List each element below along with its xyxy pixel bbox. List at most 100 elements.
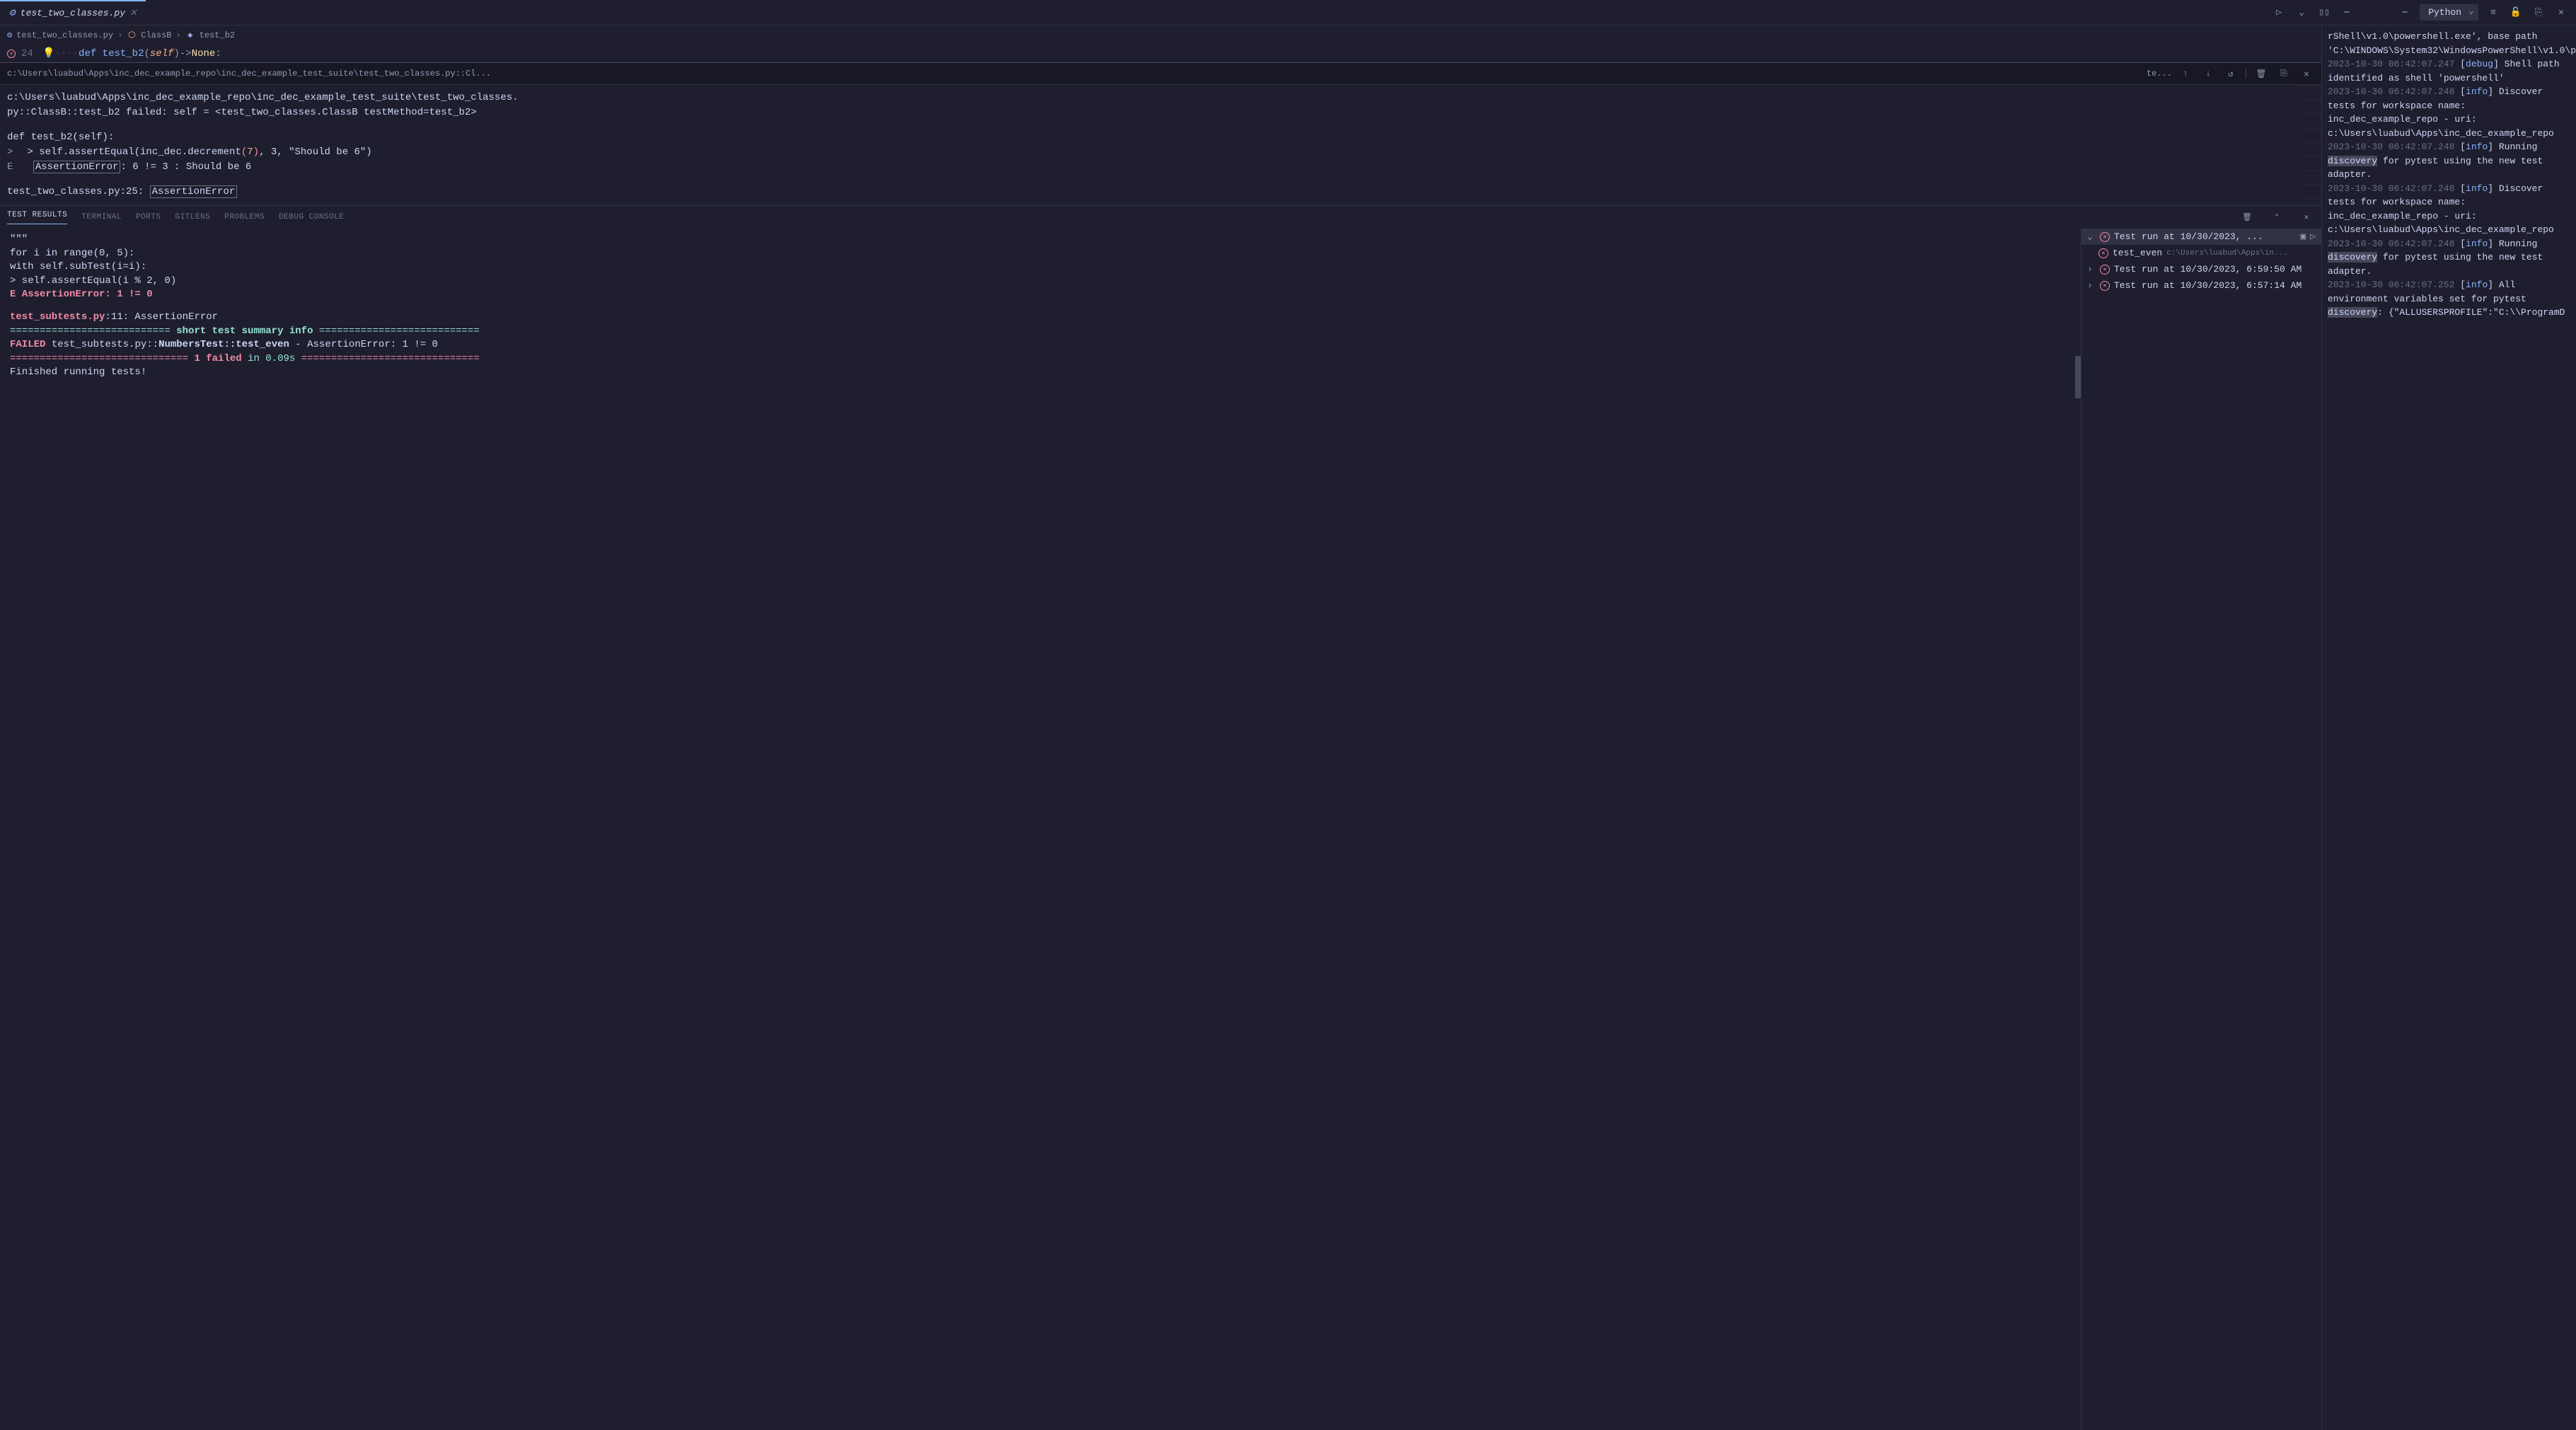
function-name: test_b2 [103,48,144,59]
error-icon: ✕ [2100,232,2110,242]
close-icon[interactable]: ✕ [129,8,137,18]
log-line: 2023-10-30 06:42:07.248 [info] Discover … [2328,182,2570,237]
tab-ports[interactable]: PORTS [136,213,161,221]
test-tree: ⌄ ✕ Test run at 10/30/2023, ... ▣ ▷ ✕ te… [2081,229,2321,1430]
output-line: FAILED test_subtests.py::NumbersTest::te… [10,338,2071,352]
python-icon: ⚙ [8,8,16,18]
chevron-right-icon: › [175,30,180,40]
close-icon[interactable]: ✕ [2299,209,2314,225]
divider: ============================== [10,353,188,364]
chevron-up-icon[interactable]: ⌃ [2269,209,2285,225]
tab-problems[interactable]: PROBLEMS [224,213,265,221]
minimap[interactable] [2300,85,2321,205]
panel-tabs: TEST RESULTS TERMINAL PORTS GITLENS PROB… [0,206,2321,229]
code: > self.assertEqual(inc_dec.decrement [27,146,241,158]
close-icon[interactable]: ✕ [2299,66,2314,81]
terminal-icon[interactable]: ▣ [2300,231,2306,242]
test-name: test_even [2113,248,2162,258]
more-icon[interactable]: ⋯ [2339,5,2355,21]
error-icon[interactable]: ✕ [7,50,16,58]
breadcrumb-file[interactable]: test_two_classes.py [16,30,113,40]
list-icon[interactable]: ≡ [2485,5,2501,21]
peek-path[interactable]: c:\Users\luabud\Apps\inc_dec_example_rep… [7,69,2141,79]
code: : 6 != 3 : Should be 6 [120,161,251,173]
run-icon[interactable]: ▷ [2310,231,2316,242]
keyword: def [79,48,96,59]
output-line: with self.subTest(i=i): [10,260,2071,275]
peek-line: def test_b2(self): [7,130,2314,145]
method-icon: ◈ [185,30,195,40]
duration: in 0.09s [242,353,301,364]
lightbulb-icon[interactable]: 💡 [42,47,54,59]
peek-line: c:\Users\luabud\Apps\inc_dec_example_rep… [7,91,2314,105]
summary-header: short test summary info [171,325,319,337]
tab-test-results[interactable]: TEST RESULTS [7,211,67,224]
gutter: ✕ 24 [7,48,42,59]
tab-filename: test_two_classes.py [21,8,125,18]
log-line: 2023-10-30 06:42:07.248 [info] Running d… [2328,140,2570,182]
scrollbar[interactable] [2075,356,2081,398]
peek-line: test_two_classes.py:25: AssertionError [7,185,2314,200]
peek-body[interactable]: c:\Users\luabud\Apps\inc_dec_example_rep… [0,85,2321,205]
unlock-icon[interactable]: 🔓 [2508,5,2524,21]
split-icon[interactable]: ▯▯ [2316,5,2332,21]
tree-row-run[interactable]: ⌄ ✕ Test run at 10/30/2023, ... ▣ ▷ [2081,229,2321,245]
tree-icons: ▣ ▷ [2300,231,2316,242]
peek-line: py::ClassB::test_b2 failed: self = <test… [7,105,2314,120]
punct: ( [144,48,149,59]
test-output[interactable]: """ for i in range(0, 5): with self.subT… [0,229,2081,1430]
chevron-down-icon[interactable]: ⌄ [2087,231,2096,242]
tab-gitlens[interactable]: GITLENS [175,213,211,221]
output-panel[interactable]: rShell\v1.0\powershell.exe', base path '… [2321,25,2576,1430]
breadcrumb[interactable]: ⚙ test_two_classes.py › ⬡ ClassB › ◈ tes… [0,25,2321,45]
language-selector[interactable]: Python [2420,4,2478,21]
error: AssertionError: 1 != 0 [16,289,152,300]
new-file-icon[interactable]: ⎘ [2531,5,2546,21]
tree-row-run[interactable]: › ✕ Test run at 10/30/2023, 6:57:14 AM [2081,277,2321,294]
breadcrumb-class[interactable]: ClassB [141,30,171,40]
close-panel-icon[interactable]: ✕ [2553,5,2569,21]
indent: ···· [54,48,79,59]
tree-row-run[interactable]: › ✕ Test run at 10/30/2023, 6:59:50 AM [2081,261,2321,277]
arrow-down-icon[interactable]: ↓ [2200,66,2216,81]
paren: ( [241,146,247,158]
marker: E [7,161,19,173]
code: test_two_classes.py:25: [7,186,150,197]
chevron-down-icon[interactable]: ⌄ [2294,5,2309,21]
run-label: Test run at 10/30/2023, 6:59:50 AM [2114,264,2301,275]
tree-row-test[interactable]: ✕ test_even c:\Users\luabud\Apps\in... [2081,245,2321,261]
tab-terminal[interactable]: TERMINAL [81,213,122,221]
editor-tab[interactable]: ⚙ test_two_classes.py ✕ [0,0,146,25]
error-icon: ✕ [2098,248,2108,258]
history-icon[interactable]: ↺ [2223,66,2239,81]
class-icon: ⬡ [127,30,137,40]
number: 7 [247,146,253,158]
fail-count: 1 failed [188,353,242,364]
copy-icon[interactable]: ⎘ [2276,66,2292,81]
error-icon: ✕ [2100,265,2110,275]
run-icon[interactable]: ▷ [2271,5,2287,21]
filename: test_subtests.py [10,311,105,323]
log-line: 2023-10-30 06:42:07.252 [info] All envir… [2328,278,2570,320]
code-line[interactable]: ✕ 24 💡 ···· def test_b2 ( self ) -> None… [0,46,2321,61]
top-right-actions: ▷ ⌄ ▯▯ ⋯ ⋯ Python ≡ 🔓 ⎘ ✕ [2271,4,2576,21]
test-path: c:\Users\luabud\Apps\in... [2166,249,2288,258]
more-icon-2[interactable]: ⋯ [2397,5,2413,21]
chevron-right-icon[interactable]: › [2087,280,2096,291]
editor[interactable]: ✕ 24 💡 ···· def test_b2 ( self ) -> None… [0,45,2321,62]
trash-icon[interactable]: 🗑 [2239,209,2255,225]
peek-line: >> self.assertEqual(inc_dec.decrement(7)… [7,145,2314,160]
punct: : [215,48,221,59]
arrow-up-icon[interactable]: ↑ [2178,66,2193,81]
failed-label: FAILED [10,339,45,350]
output-line: > self.assertEqual(i % 2, 0) [10,275,2071,289]
trash-icon[interactable]: 🗑 [2253,66,2269,81]
log-line: 2023-10-30 06:42:07.247 [debug] Shell pa… [2328,57,2570,85]
code: test_subtests.py:: [45,339,158,350]
output-line: ============================== 1 failed … [10,352,2071,367]
peek-hint: te... [2147,69,2172,79]
chevron-right-icon[interactable]: › [2087,264,2096,275]
error-token: AssertionError [33,161,121,173]
breadcrumb-method[interactable]: test_b2 [200,30,235,40]
tab-debug-console[interactable]: DEBUG CONSOLE [279,213,344,221]
